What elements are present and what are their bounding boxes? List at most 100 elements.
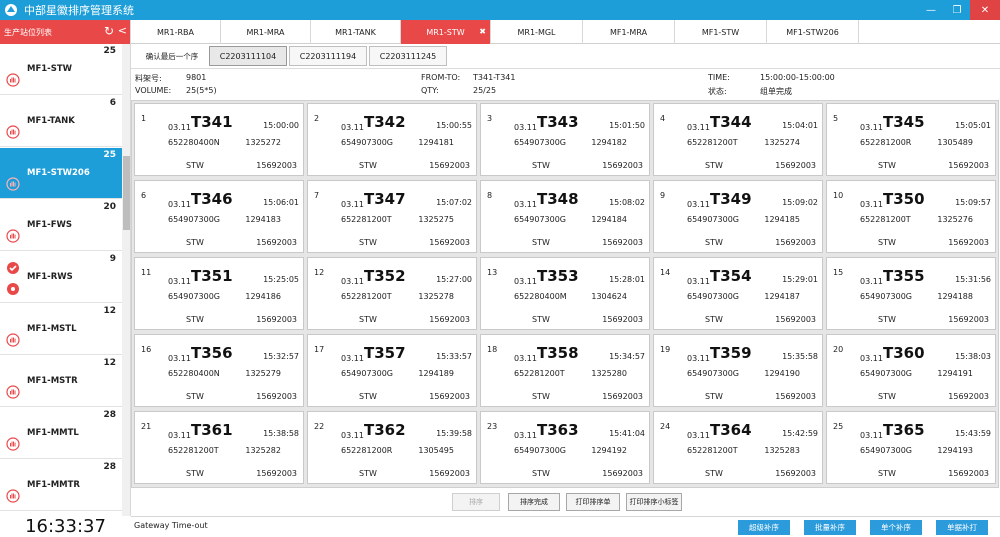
tab-mf1-stw206[interactable]: MF1-STW206 [767,20,859,44]
card-part-number: 652281200T [860,215,911,224]
refresh-icon[interactable]: ↻ [104,24,114,38]
card-time: 15:05:01 [955,121,991,130]
card-time: 15:06:01 [263,198,299,207]
batch-supply-button[interactable]: 批量补序 [804,520,856,535]
card-station: STW [186,469,204,478]
card-code: T361 [191,421,233,439]
card-station: STW [186,238,204,247]
sidebar-item[interactable]: 9 MF1-RWS [0,252,122,303]
card-serial: 1294192 [591,446,627,455]
scrollbar-thumb[interactable] [123,156,130,230]
card-station: STW [186,392,204,401]
sequence-card[interactable]: 16 03.11 T356 15:32:57 652280400N 1325279 STW 1… [134,334,304,407]
card-time: 15:27:00 [436,275,472,284]
sequence-card[interactable]: 5 03.11 T345 15:05:01 652281200R 1305489 STW 15… [826,103,996,176]
sequence-card[interactable]: 24 03.11 T364 15:42:59 652281200T 1325283 STW 1… [653,411,823,484]
sequence-card[interactable]: 15 03.11 T355 15:31:56 654907300G 1294188 STW 1… [826,257,996,330]
tab-mr1-mgl[interactable]: MR1-MGL [491,20,583,44]
sequence-card[interactable]: 21 03.11 T361 15:38:58 652281200T 1325282 STW 1… [134,411,304,484]
card-serial: 1294186 [245,292,281,301]
card-code: T358 [537,344,579,362]
card-part-number: 652280400M [514,292,567,301]
sequence-card[interactable]: 3 03.11 T343 15:01:50 654907300G 1294182 STW 15… [480,103,650,176]
card-part-number: 654907300G [860,446,913,455]
sequence-card[interactable]: 19 03.11 T359 15:35:58 654907300G 1294190 STW 1… [653,334,823,407]
card-number: 15692003 [256,315,297,324]
tab-mr1-mra[interactable]: MR1-MRA [221,20,311,44]
tab-mr1-rba[interactable]: MR1-RBA [131,20,221,44]
super-supply-button[interactable]: 超级补序 [738,520,790,535]
card-date: 03.11 [168,431,191,440]
minimize-button[interactable]: — [918,0,944,20]
sort-done-button[interactable]: 排序完成 [508,493,560,511]
close-tab-icon[interactable]: ✖ [479,27,486,36]
print-label-button[interactable]: 打印排序小标签 [626,493,682,511]
single-supply-button[interactable]: 单个补序 [870,520,922,535]
card-part-number: 654907300G [860,369,913,378]
card-index: 24 [660,422,671,431]
sidebar-item[interactable]: 12 MF1-MSTR [0,356,122,407]
order-tab[interactable]: C2203111104 [209,46,287,66]
sequence-card[interactable]: 10 03.11 T350 15:09:57 652281200T 1325276 STW 1… [826,180,996,253]
card-time: 15:42:59 [782,429,818,438]
hand-icon [6,332,20,347]
sidebar-item[interactable]: 12 MF1-MSTL [0,304,122,355]
sequence-card[interactable]: 2 03.11 T342 15:00:55 654907300G 1294181 STW 15… [307,103,477,176]
tab-mr1-stw[interactable]: MR1-STW ✖ [401,20,491,44]
sidebar-scrollbar[interactable] [122,44,130,516]
card-date: 03.11 [341,277,364,286]
sequence-card[interactable]: 17 03.11 T357 15:33:57 654907300G 1294189 STW 1… [307,334,477,407]
sequence-card[interactable]: 12 03.11 T352 15:27:00 652281200T 1325278 STW 1… [307,257,477,330]
sequence-card[interactable]: 25 03.11 T365 15:43:59 654907300G 1294193 STW 1… [826,411,996,484]
sequence-card[interactable]: 7 03.11 T347 15:07:02 652281200T 1325275 STW 15… [307,180,477,253]
card-time: 15:43:59 [955,429,991,438]
order-tab[interactable]: C2203111194 [289,46,367,66]
sequence-card[interactable]: 20 03.11 T360 15:38:03 654907300G 1294191 STW 1… [826,334,996,407]
sort-button[interactable]: 排序 [452,493,500,511]
sequence-card[interactable]: 18 03.11 T358 15:34:57 652281200T 1325280 STW 1… [480,334,650,407]
station-tabs: MR1-RBA MR1-MRA MR1-TANK MR1-STW ✖ MR1-MGL MF1… [131,20,1000,44]
card-station: STW [705,469,723,478]
card-date: 03.11 [514,277,537,286]
card-part-number: 654907300G [687,292,740,301]
sidebar-item[interactable]: 25 MF1-STW [0,44,122,95]
sequence-card[interactable]: 22 03.11 T362 15:39:58 652281200R 1305495 STW 1… [307,411,477,484]
confirm-last-button[interactable]: 确认最后一个序 [137,46,207,66]
sequence-card[interactable]: 6 03.11 T346 15:06:01 654907300G 1294183 STW 15… [134,180,304,253]
station-count: 25 [103,46,116,56]
rack-info: 料架号: 9801 VOLUME: 25(5*5) FROM-TO: T341-… [131,68,1000,100]
restore-button[interactable]: ❐ [944,0,970,20]
sequence-card[interactable]: 11 03.11 T351 15:25:05 654907300G 1294186 STW 1… [134,257,304,330]
sequence-card[interactable]: 1 03.11 T341 15:00:00 652280400N 1325272 STW 15… [134,103,304,176]
card-date: 03.11 [687,431,710,440]
card-serial: 1304624 [591,292,627,301]
collapse-sidebar-icon[interactable]: < [118,24,127,37]
sequence-card[interactable]: 9 03.11 T349 15:09:02 654907300G 1294185 STW 15… [653,180,823,253]
print-sheet-button[interactable]: 打印排序单 [566,493,620,511]
sequence-card[interactable]: 8 03.11 T348 15:08:02 654907300G 1294184 STW 15… [480,180,650,253]
sequence-card[interactable]: 14 03.11 T354 15:29:01 654907300G 1294187 STW 1… [653,257,823,330]
station-name: MF1-MMTL [27,428,79,438]
card-serial: 1294184 [591,215,627,224]
sidebar-item[interactable]: 20 MF1-FWS [0,200,122,251]
sidebar-item[interactable]: 6 MF1-TANK [0,96,122,147]
card-date: 03.11 [514,123,537,132]
sidebar-item[interactable]: 28 MF1-MMTL [0,408,122,459]
sequence-card[interactable]: 13 03.11 T353 15:28:01 652280400M 1304624 STW 1… [480,257,650,330]
card-date: 03.11 [514,431,537,440]
time-label: TIME: [708,73,730,82]
close-window-button[interactable]: ✕ [970,0,1000,20]
tab-mf1-stw[interactable]: MF1-STW [675,20,767,44]
sidebar-item[interactable]: 25 MF1-STW206 [0,148,122,199]
single-print-button[interactable]: 单据补打 [936,520,988,535]
order-tab[interactable]: C2203111245 [369,46,447,66]
card-index: 7 [314,191,320,200]
sequence-card[interactable]: 4 03.11 T344 15:04:01 652281200T 1325274 STW 15… [653,103,823,176]
card-station: STW [359,161,377,170]
sidebar-item[interactable]: 28 MF1-MMTR [0,460,122,511]
sequence-card[interactable]: 23 03.11 T363 15:41:04 654907300G 1294192 STW 1… [480,411,650,484]
card-code: T347 [364,190,406,208]
card-serial: 1325274 [764,138,800,147]
tab-mr1-tank[interactable]: MR1-TANK [311,20,401,44]
tab-mf1-mra[interactable]: MF1-MRA [583,20,675,44]
